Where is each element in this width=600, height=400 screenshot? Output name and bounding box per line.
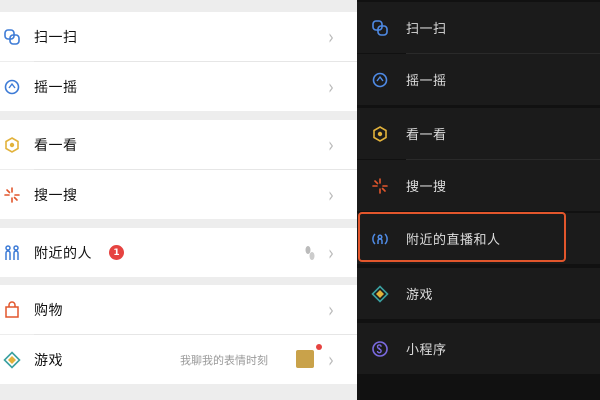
menu-item-game[interactable]: 游戏 我聊我的表情时刻 › [0, 335, 357, 384]
game-thumbnail [296, 350, 314, 368]
menu-item-look[interactable]: 看一看 [357, 108, 600, 159]
game-icon [3, 350, 21, 369]
scan-icon [3, 28, 21, 46]
menu-item-label: 游戏 [406, 288, 434, 303]
menu-item-label: 看一看 [406, 128, 447, 143]
menu-item-nearby-people[interactable]: 附近的人 1 › [0, 228, 357, 277]
dark-mode-panel: 扫一扫 摇一摇 看一看 搜一搜 附近的直播和人 游戏 小程序 [357, 0, 600, 400]
footprint-icon [304, 245, 316, 261]
menu-item-mini-program[interactable]: 小程序 [357, 323, 600, 374]
menu-item-label: 小程序 [406, 343, 447, 358]
scan-icon [371, 19, 389, 37]
mini-program-icon [371, 340, 389, 358]
menu-item-shake[interactable]: 摇一摇 [357, 54, 600, 105]
menu-item-scan[interactable]: 扫一扫 [357, 2, 600, 53]
chevron-right-icon: › [328, 132, 334, 157]
notification-badge: 1 [109, 245, 124, 260]
menu-item-shake[interactable]: 摇一摇 › [0, 62, 357, 111]
look-icon [371, 125, 389, 143]
shake-icon [371, 71, 389, 89]
menu-item-look[interactable]: 看一看 › [0, 120, 357, 169]
menu-item-label: 扫一扫 [34, 29, 78, 46]
menu-item-label: 购物 [34, 302, 63, 319]
light-mode-panel: 扫一扫 › 摇一摇 › 看一看 › 搜一搜 › 附近的人 1 › 购物 › 游戏… [0, 0, 357, 400]
game-promo-text: 我聊我的表情时刻 [180, 354, 268, 367]
look-icon [3, 136, 21, 154]
chevron-right-icon: › [328, 74, 334, 99]
chevron-right-icon: › [328, 240, 334, 265]
menu-item-label: 搜一搜 [34, 187, 78, 204]
shopping-bag-icon [3, 300, 21, 319]
search-icon [371, 177, 389, 195]
menu-item-label: 扫一扫 [406, 22, 447, 37]
menu-item-label: 摇一摇 [406, 74, 447, 89]
chevron-right-icon: › [328, 182, 334, 207]
menu-item-label: 搜一搜 [406, 180, 447, 195]
chevron-right-icon: › [328, 347, 334, 372]
menu-item-label: 看一看 [34, 137, 78, 154]
red-dot-indicator [316, 344, 322, 350]
chevron-right-icon: › [328, 24, 334, 49]
chevron-right-icon: › [328, 297, 334, 322]
highlight-box [358, 212, 566, 262]
menu-item-search[interactable]: 搜一搜 [357, 160, 600, 211]
menu-item-label: 摇一摇 [34, 79, 78, 96]
menu-item-scan[interactable]: 扫一扫 › [0, 12, 357, 61]
search-icon [3, 186, 21, 204]
menu-item-game[interactable]: 游戏 [357, 268, 600, 319]
menu-item-label: 游戏 [34, 352, 63, 369]
menu-item-shopping[interactable]: 购物 › [0, 285, 357, 334]
menu-item-search[interactable]: 搜一搜 › [0, 170, 357, 219]
shake-icon [3, 78, 21, 96]
nearby-people-icon [3, 244, 21, 262]
menu-item-label: 附近的人 [34, 245, 92, 262]
game-icon [371, 284, 389, 303]
